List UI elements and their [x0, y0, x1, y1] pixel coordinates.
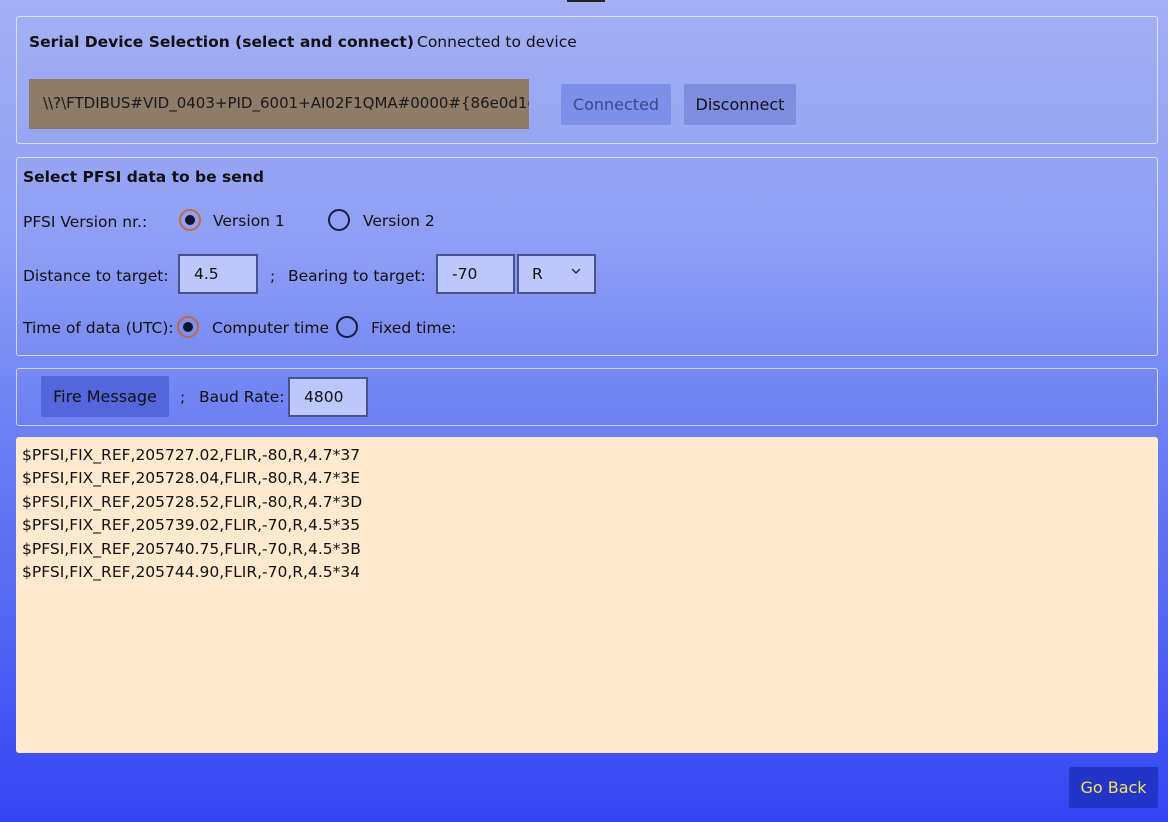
version-2-radio[interactable]	[328, 209, 350, 231]
log-line: $PFSI,FIX_REF,205728.52,FLIR,-80,R,4.7*3…	[22, 492, 363, 511]
log-line: $PFSI,FIX_REF,205728.04,FLIR,-80,R,4.7*3…	[22, 469, 361, 488]
log-line: $PFSI,FIX_REF,205744.90,FLIR,-70,R,4.5*3…	[22, 563, 361, 582]
version-2-label[interactable]: Version 2	[363, 212, 435, 230]
fire-message-button[interactable]: Fire Message	[41, 376, 169, 417]
log-line: $PFSI,FIX_REF,205740.75,FLIR,-70,R,4.5*3…	[22, 539, 361, 558]
fixed-time-radio[interactable]	[336, 316, 358, 338]
pfsi-version-label: PFSI Version nr.:	[23, 213, 148, 231]
computer-time-radio[interactable]	[177, 316, 199, 338]
log-line: $PFSI,FIX_REF,205739.02,FLIR,-70,R,4.5*3…	[22, 516, 361, 535]
baud-rate-label: Baud Rate:	[199, 388, 285, 406]
connected-button[interactable]: Connected	[561, 84, 671, 125]
serial-panel-title: Serial Device Selection (select and conn…	[29, 33, 414, 51]
device-path-list-item[interactable]: \\?\FTDIBUS#VID_0403+PID_6001+AI02F1QMA#…	[29, 79, 529, 129]
direction-select[interactable]: R	[517, 254, 596, 294]
time-of-data-label: Time of data (UTC):	[23, 319, 174, 337]
fixed-time-label[interactable]: Fixed time:	[371, 319, 456, 337]
distance-input[interactable]: 4.5	[178, 254, 258, 294]
version-1-radio[interactable]	[179, 209, 201, 231]
direction-select-value: R	[532, 265, 543, 283]
message-log[interactable]: $PFSI,FIX_REF,205727.02,FLIR,-80,R,4.7*3…	[16, 437, 1158, 753]
baud-rate-input[interactable]: 4800	[288, 377, 368, 417]
bearing-label: Bearing to target:	[288, 267, 426, 285]
distance-label: Distance to target:	[23, 267, 169, 285]
connection-status: Connected to device	[417, 33, 577, 51]
disconnect-button[interactable]: Disconnect	[684, 84, 796, 125]
version-1-label[interactable]: Version 1	[213, 212, 285, 230]
fire-message-panel	[16, 368, 1158, 426]
field-separator: ;	[270, 267, 276, 285]
go-back-button[interactable]: Go Back	[1069, 767, 1158, 808]
computer-time-label[interactable]: Computer time	[212, 319, 329, 337]
chevron-down-icon	[571, 268, 581, 274]
log-line: $PFSI,FIX_REF,205727.02,FLIR,-80,R,4.7*3…	[22, 446, 361, 464]
fire-separator: ;	[180, 388, 186, 406]
window-drag-handle[interactable]	[567, 0, 605, 2]
bearing-input[interactable]: -70	[436, 254, 515, 294]
pfsi-panel-title: Select PFSI data to be send	[23, 168, 264, 186]
